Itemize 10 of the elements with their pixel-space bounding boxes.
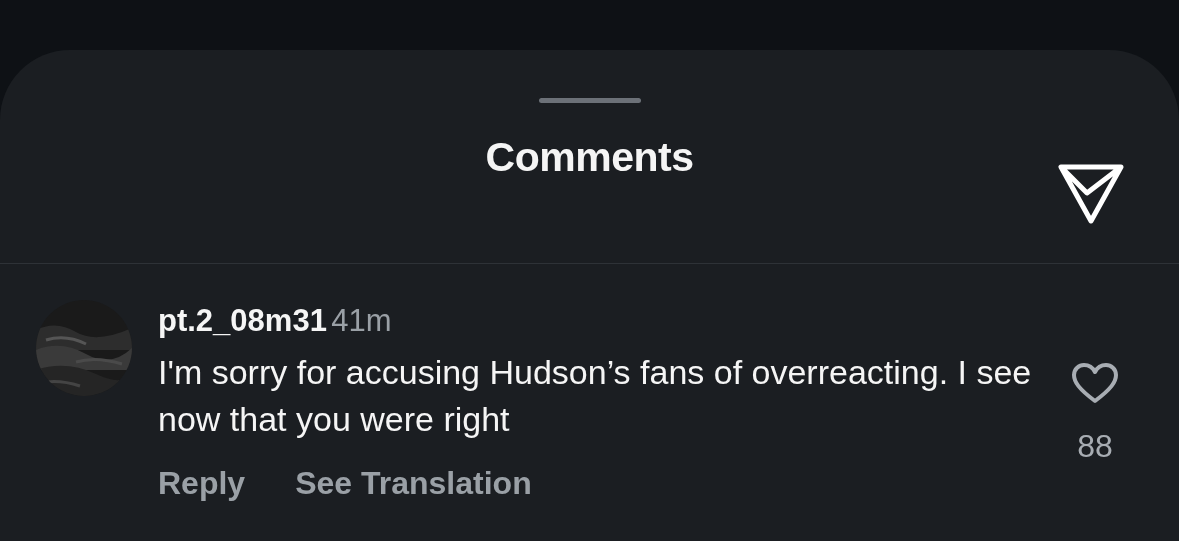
comment-time: 41m [331,303,392,338]
translation-link[interactable]: See Translation [295,458,532,507]
comment-text: I'm sorry for accusing Hudson’s fans of overreacting. I see now that you were right [158,351,1033,440]
send-icon[interactable] [1057,163,1125,225]
drag-handle[interactable] [538,98,641,103]
username[interactable]: pt.2_08m31 [158,303,327,338]
like-count: 88 [1077,427,1113,466]
reply-button[interactable]: Reply [158,458,246,507]
heart-icon[interactable] [1071,362,1119,404]
sheet-title: Comments [485,133,694,182]
